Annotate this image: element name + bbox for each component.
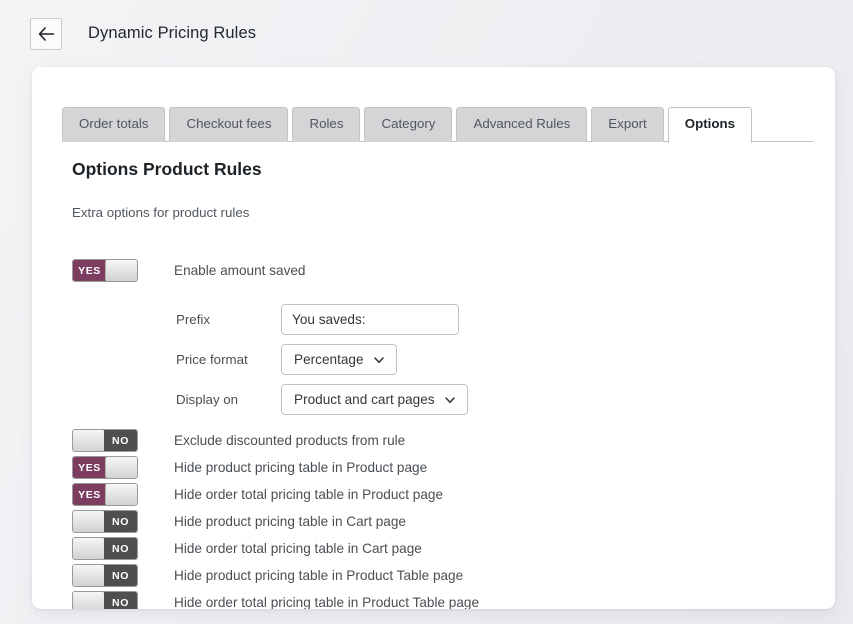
row-exclude-discounted-products: NO Exclude discounted products from rule <box>72 429 805 453</box>
toggle-hide-order-total-pricing-table-product-page[interactable]: YES <box>72 483 138 507</box>
amount-saved-subform: Prefix Price format Percentage Display o… <box>176 304 805 416</box>
tab-export[interactable]: Export <box>591 107 664 142</box>
row-hide-product-pricing-table-cart-page: NO Hide product pricing table in Cart pa… <box>72 510 805 534</box>
toggle-handle <box>105 484 137 506</box>
toggle-state-label: NO <box>104 592 137 609</box>
tab-strip: Order totals Checkout fees Roles Categor… <box>62 107 835 143</box>
top-bar: Dynamic Pricing Rules <box>0 0 853 67</box>
toggle-hide-product-pricing-table-product-page[interactable]: YES <box>72 456 138 480</box>
toggle-handle <box>105 260 137 282</box>
label-hide-product-pricing-table-product-page: Hide product pricing table in Product pa… <box>174 460 428 476</box>
chevron-down-icon <box>373 354 385 366</box>
row-hide-order-total-pricing-table-cart-page: NO Hide order total pricing table in Car… <box>72 537 805 561</box>
label-exclude-discounted-products: Exclude discounted products from rule <box>174 433 406 449</box>
label-hide-product-pricing-table-cart-page: Hide product pricing table in Cart page <box>174 514 406 530</box>
display-on-select[interactable]: Product and cart pages <box>281 384 468 416</box>
field-prefix: Prefix <box>176 304 805 336</box>
toggle-hide-product-pricing-table-product-table-page[interactable]: NO <box>72 564 138 588</box>
row-hide-order-total-pricing-table-product-table-page: NO Hide order total pricing table in Pro… <box>72 591 805 609</box>
label-hide-order-total-pricing-table-product-page: Hide order total pricing table in Produc… <box>174 487 444 503</box>
options-panel: Options Product Rules Extra options for … <box>32 142 835 609</box>
display-on-value: Product and cart pages <box>294 392 435 408</box>
toggle-exclude-discounted-products[interactable]: NO <box>72 429 138 453</box>
toggle-state-label: NO <box>104 511 137 533</box>
toggle-state-label: NO <box>104 430 137 452</box>
label-hide-product-pricing-table-product-table-page: Hide product pricing table in Product Ta… <box>174 568 464 584</box>
back-button[interactable] <box>30 17 62 50</box>
label-display-on: Display on <box>176 392 239 408</box>
price-format-value: Percentage <box>294 352 364 368</box>
toggle-hide-order-total-pricing-table-cart-page[interactable]: NO <box>72 537 138 561</box>
toggle-handle <box>73 565 105 587</box>
prefix-input[interactable] <box>281 304 459 336</box>
toggle-handle <box>73 511 105 533</box>
tab-order-totals[interactable]: Order totals <box>62 107 166 142</box>
toggle-hide-product-pricing-table-cart-page[interactable]: NO <box>72 510 138 534</box>
row-hide-product-pricing-table-product-table-page: NO Hide product pricing table in Product… <box>72 564 805 588</box>
label-enable-amount-saved: Enable amount saved <box>174 263 306 279</box>
row-hide-order-total-pricing-table-product-page: YES Hide order total pricing table in Pr… <box>72 483 805 507</box>
toggle-handle <box>73 538 105 560</box>
tab-checkout-fees[interactable]: Checkout fees <box>169 107 289 142</box>
label-hide-order-total-pricing-table-cart-page: Hide order total pricing table in Cart p… <box>174 541 422 557</box>
label-prefix: Prefix <box>176 312 210 328</box>
tab-options[interactable]: Options <box>667 107 752 143</box>
row-hide-product-pricing-table-product-page: YES Hide product pricing table in Produc… <box>72 456 805 480</box>
price-format-select[interactable]: Percentage <box>281 344 397 376</box>
toggle-state-label: NO <box>104 565 137 587</box>
toggle-handle <box>73 592 105 609</box>
toggle-state-label: YES <box>73 260 106 282</box>
toggle-hide-order-total-pricing-table-product-table-page[interactable]: NO <box>72 591 138 609</box>
options-switch-list: NO Exclude discounted products from rule… <box>72 429 805 609</box>
page-title: Dynamic Pricing Rules <box>88 24 257 42</box>
label-hide-order-total-pricing-table-product-table-page: Hide order total pricing table in Produc… <box>174 595 480 609</box>
toggle-handle <box>105 457 137 479</box>
toggle-enable-amount-saved[interactable]: YES <box>72 259 138 283</box>
tab-advanced-rules[interactable]: Advanced Rules <box>456 107 588 142</box>
toggle-handle <box>73 430 105 452</box>
label-price-format: Price format <box>176 352 248 368</box>
row-enable-amount-saved: YES Enable amount saved <box>72 259 805 283</box>
chevron-down-icon <box>444 394 456 406</box>
settings-card: Order totals Checkout fees Roles Categor… <box>32 67 835 609</box>
field-display-on: Display on Product and cart pages <box>176 384 805 416</box>
field-price-format: Price format Percentage <box>176 344 805 376</box>
panel-description: Extra options for product rules <box>72 205 250 221</box>
toggle-state-label: YES <box>73 457 106 479</box>
tab-category[interactable]: Category <box>364 107 453 142</box>
tab-roles[interactable]: Roles <box>292 107 361 142</box>
panel-title: Options Product Rules <box>72 158 262 179</box>
toggle-state-label: YES <box>73 484 106 506</box>
arrow-left-icon <box>38 26 55 41</box>
toggle-state-label: NO <box>104 538 137 560</box>
tabs-container: Order totals Checkout fees Roles Categor… <box>32 67 835 143</box>
